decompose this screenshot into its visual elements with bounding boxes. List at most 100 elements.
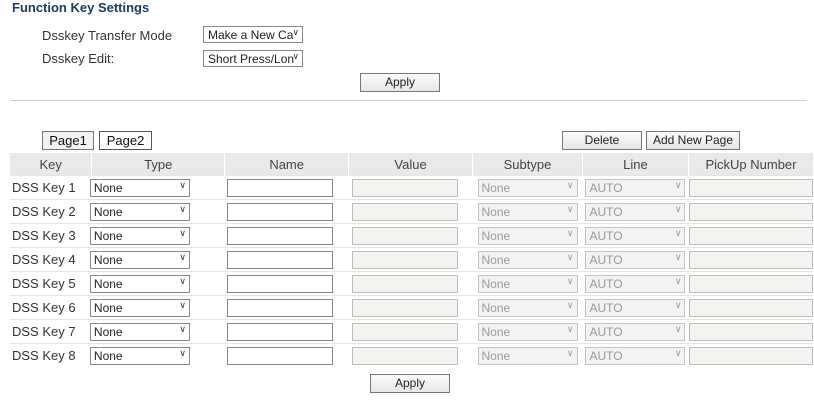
type-select[interactable]: None ∨ xyxy=(89,226,190,245)
subtype-select: None ∨ xyxy=(477,250,578,269)
table-row: DSS Key 2 None ∨ None ∨ AUTO ∨ xyxy=(10,199,814,224)
key-cell: DSS Key 1 xyxy=(10,175,92,200)
dsskey-edit-select[interactable]: Short Press/Lon ∨ xyxy=(203,50,303,67)
subtype-select: None ∨ xyxy=(477,322,578,341)
chevron-down-icon: ∨ xyxy=(566,203,574,214)
chevron-down-icon: ∨ xyxy=(566,347,574,358)
type-value: None xyxy=(93,252,123,267)
table-row: DSS Key 1 None ∨ None ∨ AUTO ∨ xyxy=(10,175,814,200)
type-value: None xyxy=(93,324,123,339)
key-cell: DSS Key 8 xyxy=(10,343,92,367)
subtype-select: None ∨ xyxy=(477,178,578,197)
line-select: AUTO ∨ xyxy=(585,250,686,269)
chevron-down-icon: ∨ xyxy=(292,27,299,37)
subtype-value: None xyxy=(481,324,511,339)
type-value: None xyxy=(93,348,123,363)
name-input[interactable] xyxy=(226,178,333,197)
line-value: AUTO xyxy=(589,204,623,219)
pickup-number-input xyxy=(689,298,814,317)
chevron-down-icon: ∨ xyxy=(566,323,574,334)
value-input xyxy=(351,178,458,197)
page-title: Function Key Settings xyxy=(12,0,150,15)
dsskey-edit-label: Dsskey Edit: xyxy=(42,51,115,66)
type-value: None xyxy=(93,204,123,219)
key-cell: DSS Key 7 xyxy=(10,319,92,344)
chevron-down-icon: ∨ xyxy=(674,275,682,286)
subtype-value: None xyxy=(481,180,511,195)
type-value: None xyxy=(93,228,123,243)
header-line: Line xyxy=(582,153,689,176)
line-select: AUTO ∨ xyxy=(585,226,686,245)
subtype-select: None ∨ xyxy=(477,274,578,293)
table-row: DSS Key 7 None ∨ None ∨ AUTO ∨ xyxy=(10,319,814,344)
header-subtype: Subtype xyxy=(472,153,583,176)
header-value: Value xyxy=(348,153,474,176)
line-select: AUTO ∨ xyxy=(585,202,686,221)
chevron-down-icon: ∨ xyxy=(674,323,682,334)
chevron-down-icon: ∨ xyxy=(674,179,682,190)
type-select[interactable]: None ∨ xyxy=(89,250,190,269)
key-cell: DSS Key 6 xyxy=(10,295,92,320)
chevron-down-icon: ∨ xyxy=(566,275,574,286)
subtype-value: None xyxy=(481,204,511,219)
pickup-number-input xyxy=(689,178,814,197)
type-select[interactable]: None ∨ xyxy=(89,202,190,221)
chevron-down-icon: ∨ xyxy=(674,227,682,238)
pickup-number-input xyxy=(689,274,814,293)
line-select: AUTO ∨ xyxy=(585,274,686,293)
apply-table-button[interactable]: Apply xyxy=(370,374,450,393)
subtype-select: None ∨ xyxy=(477,346,578,365)
type-select[interactable]: None ∨ xyxy=(89,346,190,365)
transfer-mode-select[interactable]: Make a New Ca ∨ xyxy=(203,26,303,43)
name-input[interactable] xyxy=(226,298,333,317)
key-cell: DSS Key 3 xyxy=(10,223,92,248)
chevron-down-icon: ∨ xyxy=(179,323,186,334)
table-row: DSS Key 8 None ∨ None ∨ AUTO ∨ xyxy=(10,343,814,367)
subtype-select: None ∨ xyxy=(477,202,578,221)
name-input[interactable] xyxy=(226,250,333,269)
type-select[interactable]: None ∨ xyxy=(89,178,190,197)
name-input[interactable] xyxy=(226,226,333,245)
add-new-page-button[interactable]: Add New Page xyxy=(646,131,740,150)
key-cell: DSS Key 5 xyxy=(10,271,92,296)
delete-button[interactable]: Delete xyxy=(562,131,642,150)
type-select[interactable]: None ∨ xyxy=(89,298,190,317)
key-cell: DSS Key 4 xyxy=(10,247,92,272)
name-input[interactable] xyxy=(226,322,333,341)
name-input[interactable] xyxy=(226,346,333,365)
subtype-value: None xyxy=(481,252,511,267)
dsskey-edit-value: Short Press/Lon xyxy=(208,52,295,66)
page2-button[interactable]: Page2 xyxy=(99,131,152,150)
subtype-value: None xyxy=(481,300,511,315)
chevron-down-icon: ∨ xyxy=(674,251,682,262)
line-value: AUTO xyxy=(589,228,623,243)
chevron-down-icon: ∨ xyxy=(566,227,574,238)
name-input[interactable] xyxy=(226,202,333,221)
header-pickup-number: PickUp Number xyxy=(688,153,814,176)
apply-settings-button[interactable]: Apply xyxy=(360,73,440,92)
table-header-row: Key Type Name Value Subtype Line PickUp … xyxy=(10,153,814,176)
type-select[interactable]: None ∨ xyxy=(89,322,190,341)
section-divider xyxy=(10,100,807,101)
subtype-select: None ∨ xyxy=(477,226,578,245)
chevron-down-icon: ∨ xyxy=(292,51,299,61)
type-select[interactable]: None ∨ xyxy=(89,274,190,293)
value-input xyxy=(351,250,458,269)
name-input[interactable] xyxy=(226,274,333,293)
line-select: AUTO ∨ xyxy=(585,322,686,341)
chevron-down-icon: ∨ xyxy=(179,227,186,238)
header-type: Type xyxy=(91,153,226,176)
subtype-value: None xyxy=(481,228,511,243)
chevron-down-icon: ∨ xyxy=(674,347,682,358)
line-value: AUTO xyxy=(589,180,623,195)
chevron-down-icon: ∨ xyxy=(566,179,574,190)
table-row: DSS Key 5 None ∨ None ∨ AUTO ∨ xyxy=(10,271,814,296)
subtype-value: None xyxy=(481,348,511,363)
page1-button[interactable]: Page1 xyxy=(42,131,94,150)
header-name: Name xyxy=(224,153,350,176)
chevron-down-icon: ∨ xyxy=(179,347,186,358)
type-value: None xyxy=(93,276,123,291)
line-select: AUTO ∨ xyxy=(585,346,686,365)
table-row: DSS Key 6 None ∨ None ∨ AUTO ∨ xyxy=(10,295,814,320)
subtype-select: None ∨ xyxy=(477,298,578,317)
